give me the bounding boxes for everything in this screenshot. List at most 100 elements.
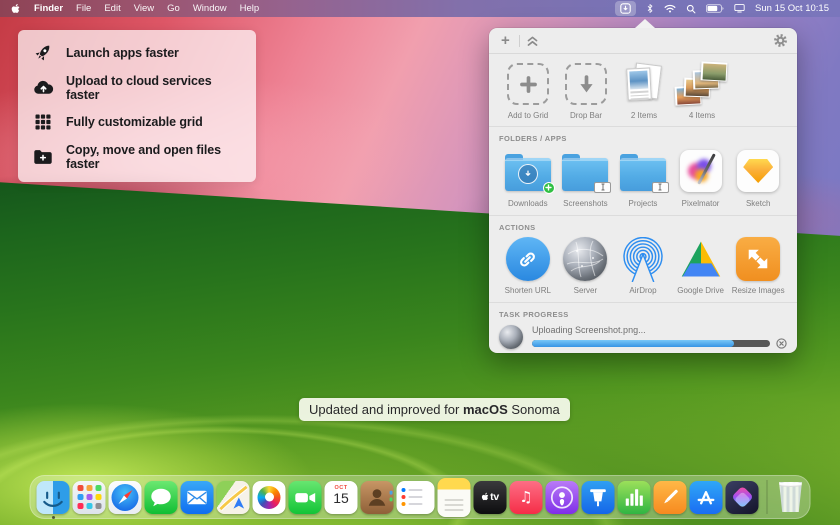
apple-menu-icon[interactable] — [11, 3, 21, 15]
menu-bar-status: Sun 15 Oct 10:15 — [615, 1, 829, 16]
toolbar-divider — [519, 35, 520, 47]
desktop: Finder File Edit View Go Window Help Sun… — [0, 0, 840, 525]
menu-window[interactable]: Window — [193, 3, 227, 14]
menu-edit[interactable]: Edit — [104, 3, 120, 14]
screenshots-folder-icon — [562, 158, 608, 191]
pages-pen-icon — [654, 481, 687, 514]
bluetooth-icon[interactable] — [646, 3, 654, 14]
add-dashed-icon — [507, 63, 549, 105]
podcasts-icon — [546, 481, 579, 514]
wifi-icon[interactable] — [664, 4, 676, 13]
facetime-camera-icon — [289, 481, 322, 514]
airdrop-icon — [621, 237, 665, 282]
trash-icon[interactable] — [778, 482, 804, 512]
add-button[interactable]: + — [498, 33, 513, 48]
pixelmator-app-icon — [680, 150, 722, 192]
section-header: TASK PROGRESS — [499, 303, 787, 319]
google-drive-icon — [680, 239, 722, 279]
dock: OCT15 tv ♫ — [30, 475, 811, 519]
item-label: Server — [574, 286, 598, 295]
drop-target-4-items[interactable]: 4 Items — [673, 61, 731, 120]
dock-launchpad[interactable] — [73, 481, 106, 514]
caption-suffix: Sonoma — [508, 402, 560, 417]
drop-target-2-items[interactable]: 2 Items — [615, 61, 673, 120]
dock-pages[interactable] — [654, 481, 687, 514]
messages-bubble-icon — [145, 481, 178, 514]
shortcuts-icon — [731, 486, 754, 509]
dock-maps[interactable] — [217, 481, 250, 514]
item-label: Sketch — [746, 199, 770, 208]
feature-copy-move: Copy, move and open files faster — [18, 143, 256, 171]
dock-numbers[interactable] — [618, 481, 651, 514]
task-label: Uploading Screenshot.png... — [532, 325, 787, 335]
dock-facetime[interactable] — [289, 481, 322, 514]
section-header: ACTIONS — [499, 216, 787, 232]
dock-reminders[interactable] — [397, 481, 435, 514]
action-google-drive[interactable]: Google Drive — [672, 236, 730, 295]
tv-label: tv — [490, 491, 499, 503]
launchpad-icon — [77, 485, 101, 509]
search-icon[interactable] — [686, 4, 696, 14]
cancel-task-icon[interactable] — [776, 338, 787, 349]
dock-messages[interactable] — [145, 481, 178, 514]
dock-podcasts[interactable] — [546, 481, 579, 514]
action-shorten-url[interactable]: Shorten URL — [499, 236, 557, 295]
item-label: Google Drive — [677, 286, 724, 295]
dock-notes[interactable] — [438, 478, 471, 517]
calendar-day: 15 — [333, 491, 349, 506]
download-arrow-icon — [518, 164, 538, 184]
action-airdrop[interactable]: AirDrop — [614, 236, 672, 295]
menu-help[interactable]: Help — [240, 3, 260, 14]
dock-calendar[interactable]: OCT15 — [325, 481, 358, 514]
feature-label: Fully customizable grid — [66, 115, 203, 129]
feature-launch-apps: Launch apps faster — [18, 41, 256, 65]
caption-bold: macOS — [463, 402, 508, 417]
dock-photos[interactable] — [253, 481, 286, 514]
drop-target-label: 4 Items — [689, 111, 715, 120]
item-label: Downloads — [508, 199, 548, 208]
dock-divider — [767, 480, 768, 514]
menubar-clock[interactable]: Sun 15 Oct 10:15 — [755, 3, 829, 14]
dock-app-store[interactable] — [690, 481, 723, 514]
feature-label: Upload to cloud services faster — [66, 74, 243, 102]
folder-downloads[interactable]: Downloads — [499, 147, 557, 208]
feature-label: Copy, move and open files faster — [66, 143, 243, 171]
resize-images-icon — [736, 237, 780, 281]
arrow-down-dashed-icon — [565, 63, 607, 105]
dock-contacts[interactable] — [361, 481, 394, 514]
display-icon[interactable] — [734, 4, 745, 13]
folder-projects[interactable]: Projects — [614, 147, 672, 208]
drop-target-add-to-grid[interactable]: Add to Grid — [499, 61, 557, 120]
dock-music[interactable]: ♫ — [510, 481, 543, 514]
dock-tv[interactable]: tv — [474, 481, 507, 514]
dock-finder[interactable] — [37, 481, 70, 514]
dropzone-menubar-icon[interactable] — [615, 1, 636, 16]
running-indicator — [52, 516, 55, 519]
menu-view[interactable]: View — [134, 3, 154, 14]
dock-shortcuts[interactable] — [726, 481, 759, 514]
action-server[interactable]: Server — [557, 236, 615, 295]
gear-icon[interactable] — [773, 33, 788, 48]
apple-logo-icon — [481, 492, 489, 502]
rename-field-badge — [652, 182, 669, 193]
item-label: Resize Images — [732, 286, 785, 295]
menu-app-name[interactable]: Finder — [34, 3, 63, 14]
server-globe-icon — [563, 237, 607, 281]
folders-apps-section: FOLDERS / APPS Downloads Screenshots — [489, 127, 797, 216]
dock-mail[interactable] — [181, 481, 214, 514]
dock-safari[interactable] — [109, 481, 142, 514]
app-pixelmator[interactable]: Pixelmator — [672, 147, 730, 208]
action-resize-images[interactable]: Resize Images — [729, 236, 787, 295]
dock-keynote[interactable] — [582, 481, 615, 514]
battery-icon[interactable] — [706, 4, 724, 13]
safari-compass-icon — [112, 484, 139, 511]
drop-target-drop-bar[interactable]: Drop Bar — [557, 61, 615, 120]
drop-target-label: Add to Grid — [508, 111, 548, 120]
feature-list-overlay: Launch apps faster Upload to cloud servi… — [18, 30, 256, 182]
menu-go[interactable]: Go — [167, 3, 180, 14]
menu-file[interactable]: File — [76, 3, 91, 14]
app-sketch[interactable]: Sketch — [729, 147, 787, 208]
rename-field-badge — [594, 182, 611, 193]
folder-screenshots[interactable]: Screenshots — [557, 147, 615, 208]
chevrons-up-icon[interactable] — [526, 35, 539, 47]
